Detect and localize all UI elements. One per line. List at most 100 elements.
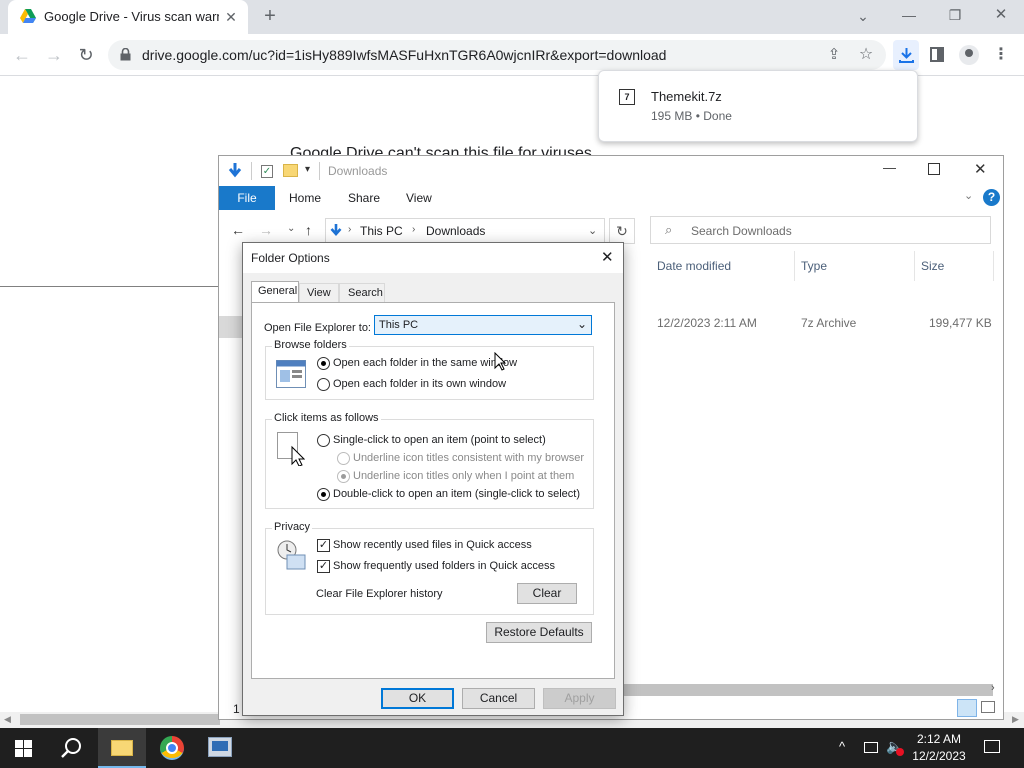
expand-ribbon-icon[interactable]: ⌄ bbox=[964, 189, 973, 202]
windows-start-icon[interactable] bbox=[15, 740, 32, 757]
open-to-value: This PC bbox=[379, 319, 419, 331]
clock-time[interactable]: 2:12 AM bbox=[912, 732, 966, 746]
share-icon[interactable]: ⇪ bbox=[824, 45, 844, 65]
clear-button[interactable]: Clear bbox=[517, 583, 577, 604]
close-window-icon[interactable]: ✕ bbox=[991, 5, 1011, 25]
network-icon[interactable] bbox=[864, 742, 878, 753]
back-icon[interactable]: ← bbox=[231, 222, 245, 238]
breadcrumb-downloads[interactable]: Downloads bbox=[426, 224, 485, 238]
download-filename[interactable]: Themekit.7z bbox=[651, 89, 722, 104]
same-window-label[interactable]: Open each folder in the same window bbox=[333, 357, 517, 369]
menu-icon[interactable]: ⋮ bbox=[993, 45, 1009, 65]
single-click-label[interactable]: Single-click to open an item (point to s… bbox=[333, 434, 546, 446]
recent-files-label[interactable]: Show recently used files in Quick access bbox=[333, 539, 532, 551]
details-view-icon[interactable] bbox=[957, 699, 977, 717]
radio-double-click[interactable] bbox=[317, 488, 330, 501]
lock-icon bbox=[120, 48, 131, 61]
restore-defaults-button[interactable]: Restore Defaults bbox=[486, 622, 592, 643]
show-hidden-icons[interactable]: ^ bbox=[839, 739, 845, 754]
scroll-right-icon[interactable]: ▶ bbox=[1012, 714, 1019, 725]
dialog-close-icon[interactable]: ✕ bbox=[601, 248, 614, 266]
row-type[interactable]: 7z Archive bbox=[801, 316, 856, 330]
quick-access-dropdown-icon[interactable]: ▾ bbox=[305, 164, 310, 175]
profile-avatar-icon[interactable] bbox=[959, 45, 979, 65]
close-icon[interactable]: ✕ bbox=[974, 160, 987, 178]
radio-underline-point[interactable] bbox=[337, 470, 350, 483]
side-panel-icon[interactable] bbox=[930, 47, 944, 62]
large-icons-view-icon[interactable] bbox=[981, 701, 995, 713]
downloads-button[interactable] bbox=[893, 40, 919, 70]
tab-title: Google Drive - Virus scan warning bbox=[44, 9, 219, 24]
refresh-icon[interactable]: ↻ bbox=[609, 218, 635, 244]
scrollbar-thumb[interactable] bbox=[20, 714, 220, 725]
browser-tab[interactable]: Google Drive - Virus scan warning ✕ bbox=[8, 0, 248, 34]
close-tab-icon[interactable]: ✕ bbox=[222, 7, 240, 27]
minimize-icon[interactable]: — bbox=[883, 160, 896, 175]
minimize-icon[interactable]: — bbox=[899, 5, 919, 25]
radio-single-click[interactable] bbox=[317, 434, 330, 447]
underline-point-label[interactable]: Underline icon titles only when I point … bbox=[353, 470, 574, 482]
notifications-icon[interactable] bbox=[984, 740, 1000, 753]
double-click-label[interactable]: Double-click to open an item (single-cli… bbox=[333, 488, 580, 500]
scroll-right-icon[interactable]: › bbox=[991, 682, 995, 694]
new-tab-icon[interactable]: + bbox=[260, 6, 280, 26]
row-date[interactable]: 12/2/2023 2:11 AM bbox=[657, 316, 757, 330]
search-icon[interactable] bbox=[61, 737, 83, 759]
underline-browser-label[interactable]: Underline icon titles consistent with my… bbox=[353, 452, 584, 464]
ribbon-tab-view[interactable]: View bbox=[406, 191, 432, 205]
explorer-scrollbar-thumb[interactable] bbox=[623, 684, 993, 696]
ok-button[interactable]: OK bbox=[381, 688, 454, 709]
forward-icon[interactable]: → bbox=[44, 45, 64, 65]
reload-icon[interactable]: ↻ bbox=[76, 45, 96, 65]
browse-folders-icon bbox=[276, 360, 306, 388]
chevron-down-icon: ⌄ bbox=[577, 317, 588, 331]
open-to-select[interactable]: This PC ⌄ bbox=[374, 315, 592, 335]
search-icon: ⌕ bbox=[665, 222, 673, 237]
divider bbox=[0, 286, 218, 287]
up-icon[interactable]: ↑ bbox=[305, 222, 312, 238]
address-box[interactable]: › This PC › Downloads ⌄ bbox=[325, 218, 605, 244]
click-items-group: Click items as follows Single-click to o… bbox=[265, 412, 594, 509]
column-date-modified[interactable]: Date modified bbox=[657, 259, 731, 273]
column-size[interactable]: Size bbox=[921, 259, 944, 273]
restore-icon[interactable]: ❐ bbox=[945, 5, 965, 25]
properties-icon[interactable]: ✓ bbox=[261, 165, 273, 178]
ribbon-tab-share[interactable]: Share bbox=[348, 191, 380, 205]
cancel-button[interactable]: Cancel bbox=[462, 688, 535, 709]
search-box[interactable]: ⌕ Search Downloads bbox=[650, 216, 991, 244]
column-type[interactable]: Type bbox=[801, 259, 827, 273]
ribbon-tab-home[interactable]: Home bbox=[289, 191, 321, 205]
bookmark-star-icon[interactable]: ☆ bbox=[856, 45, 876, 65]
back-icon[interactable]: ← bbox=[12, 45, 32, 65]
tab-view[interactable]: View bbox=[299, 283, 339, 303]
breadcrumb-this-pc[interactable]: This PC bbox=[360, 224, 403, 238]
forward-icon[interactable]: → bbox=[259, 222, 273, 238]
tab-search-label: Search bbox=[348, 287, 383, 299]
address-dropdown-icon[interactable]: ⌄ bbox=[588, 224, 597, 237]
remote-desktop-icon[interactable] bbox=[208, 737, 232, 757]
apply-button[interactable]: Apply bbox=[543, 688, 616, 709]
checkbox-recent-files[interactable]: ✓ bbox=[317, 539, 330, 552]
new-folder-icon[interactable] bbox=[283, 164, 298, 177]
address-bar[interactable]: drive.google.com/uc?id=1isHy889IwfsMASFu… bbox=[108, 40, 886, 70]
recent-locations-icon[interactable]: ⌄ bbox=[287, 223, 295, 234]
tab-general[interactable]: General bbox=[251, 281, 299, 303]
checkbox-frequent-folders[interactable]: ✓ bbox=[317, 560, 330, 573]
taskbar-file-explorer[interactable] bbox=[98, 728, 146, 768]
download-bubble[interactable]: 7 Themekit.7z 195 MB • Done bbox=[598, 70, 918, 142]
privacy-clock-icon bbox=[277, 540, 306, 570]
ribbon-tab-file[interactable]: File bbox=[219, 186, 275, 210]
radio-own-window[interactable] bbox=[317, 378, 330, 391]
radio-same-window[interactable] bbox=[317, 357, 330, 370]
frequent-folders-label[interactable]: Show frequently used folders in Quick ac… bbox=[333, 560, 555, 572]
chrome-taskbar-icon[interactable] bbox=[160, 736, 184, 760]
own-window-label[interactable]: Open each folder in its own window bbox=[333, 378, 506, 390]
tab-search[interactable]: Search bbox=[339, 283, 385, 303]
maximize-icon[interactable] bbox=[928, 163, 940, 175]
scroll-left-icon[interactable]: ◀ bbox=[4, 714, 11, 725]
help-icon[interactable]: ? bbox=[983, 189, 1000, 206]
row-size[interactable]: 199,477 KB bbox=[929, 316, 992, 330]
radio-underline-browser[interactable] bbox=[337, 452, 350, 465]
chevron-down-icon[interactable]: ⌄ bbox=[853, 6, 873, 26]
clock-date[interactable]: 12/2/2023 bbox=[909, 749, 969, 763]
